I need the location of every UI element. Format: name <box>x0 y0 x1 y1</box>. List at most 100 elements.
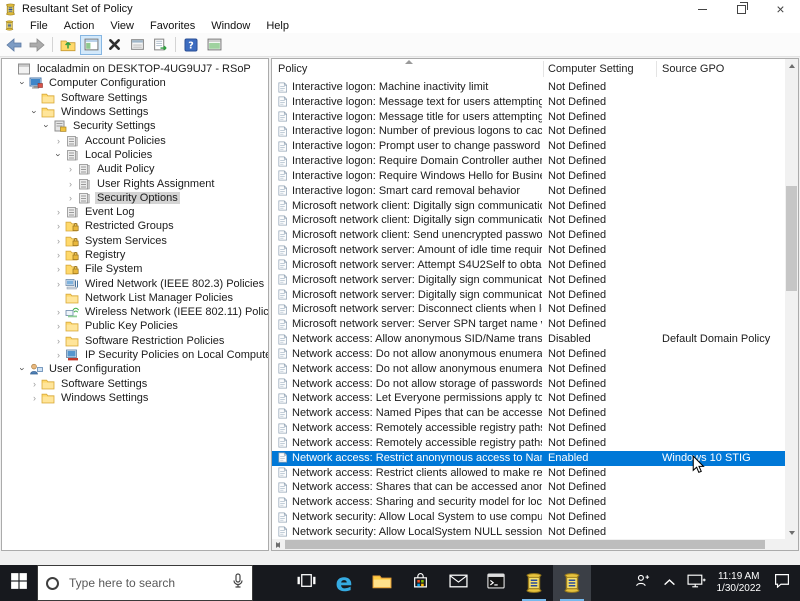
tree-item-localadmin-on-desktop-4ug9uj7-rsop[interactable]: localadmin on DESKTOP-4UG9UJ7 - RSoP <box>2 62 268 76</box>
policy-row[interactable]: Network access: Do not allow anonymous e… <box>272 347 785 362</box>
policy-row[interactable]: Interactive logon: Prompt user to change… <box>272 139 785 154</box>
tree-item-account-policies[interactable]: ›Account Policies <box>2 133 268 147</box>
policy-row[interactable]: Network access: Restrict clients allowed… <box>272 466 785 481</box>
tree-item-security-options[interactable]: ›Security Options <box>2 191 268 205</box>
tree-item-software-restriction-policies[interactable]: ›Software Restriction Policies <box>2 334 268 348</box>
tree-item-public-key-policies[interactable]: ›Public Key Policies <box>2 319 268 333</box>
show-console-tree-button[interactable] <box>80 35 102 55</box>
back-button[interactable] <box>3 35 25 55</box>
policy-row[interactable]: Microsoft network server: Digitally sign… <box>272 273 785 288</box>
minimize-button[interactable] <box>683 0 722 18</box>
chevron-right-icon[interactable]: › <box>53 264 64 274</box>
tree-item-local-policies[interactable]: ›Local Policies <box>2 148 268 162</box>
properties-button[interactable] <box>126 35 148 55</box>
policy-row[interactable]: Network access: Remotely accessible regi… <box>272 436 785 451</box>
tree-item-system-services[interactable]: ›System Services <box>2 234 268 248</box>
policy-row[interactable]: Microsoft network client: Digitally sign… <box>272 199 785 214</box>
taskbar-search[interactable] <box>37 565 253 601</box>
vertical-scroll-thumb[interactable] <box>786 186 797 291</box>
delete-button[interactable] <box>103 35 125 55</box>
policy-row[interactable]: Interactive logon: Number of previous lo… <box>272 124 785 139</box>
chevron-right-icon[interactable]: › <box>53 207 64 217</box>
policy-row[interactable]: Microsoft network server: Digitally sign… <box>272 288 785 303</box>
policy-row[interactable]: Network access: Remotely accessible regi… <box>272 421 785 436</box>
store-taskbar-button[interactable] <box>401 565 439 601</box>
policy-row[interactable]: Interactive logon: Smart card removal be… <box>272 184 785 199</box>
edge-taskbar-button[interactable]: e <box>325 565 363 601</box>
policy-row[interactable]: Microsoft network server: Amount of idle… <box>272 243 785 258</box>
task-view-taskbar-button[interactable] <box>287 565 325 601</box>
chevron-right-icon[interactable]: › <box>29 379 40 389</box>
chevron-down-icon[interactable]: › <box>54 149 64 160</box>
policy-row[interactable]: Interactive logon: Message text for user… <box>272 95 785 110</box>
restore-button[interactable] <box>722 0 761 18</box>
microphone-icon[interactable] <box>232 573 244 594</box>
chevron-right-icon[interactable]: › <box>53 136 64 146</box>
column-header-computer-setting[interactable]: Computer Setting <box>548 63 634 75</box>
tree-item-wireless-network-ieee-802-11-policies[interactable]: ›Wireless Network (IEEE 802.11) Policies <box>2 305 268 319</box>
tree-item-computer-configuration[interactable]: ›Computer Configuration <box>2 76 268 90</box>
network-button[interactable] <box>683 565 710 601</box>
chevron-right-icon[interactable]: › <box>53 250 64 260</box>
chevron-right-icon[interactable]: › <box>53 350 64 360</box>
tree-item-file-system[interactable]: ›File System <box>2 262 268 276</box>
menu-favorites[interactable]: Favorites <box>142 20 203 32</box>
policy-row[interactable]: Network access: Do not allow storage of … <box>272 377 785 392</box>
hidden-icons-button[interactable] <box>656 565 683 601</box>
menu-window[interactable]: Window <box>203 20 258 32</box>
mail-taskbar-button[interactable] <box>439 565 477 601</box>
chevron-right-icon[interactable]: › <box>53 307 64 317</box>
column-divider[interactable] <box>656 61 657 77</box>
forward-button[interactable] <box>26 35 48 55</box>
tree-item-software-settings[interactable]: Software Settings <box>2 91 268 105</box>
action-center-button[interactable] <box>768 565 795 601</box>
policy-row[interactable]: Interactive logon: Message title for use… <box>272 110 785 125</box>
tree-item-registry[interactable]: ›Registry <box>2 248 268 262</box>
chevron-right-icon[interactable]: › <box>53 279 64 289</box>
menu-view[interactable]: View <box>102 20 142 32</box>
policy-row[interactable]: Network access: Shares that can be acces… <box>272 480 785 495</box>
tree-item-user-rights-assignment[interactable]: ›User Rights Assignment <box>2 176 268 190</box>
policy-row[interactable]: Network security: Allow Local System to … <box>272 510 785 525</box>
mmc-window-1-taskbar-button[interactable] <box>515 565 553 601</box>
chevron-right-icon[interactable]: › <box>65 179 76 189</box>
tree-item-wired-network-ieee-802-3-policies[interactable]: ›Wired Network (IEEE 802.3) Policies <box>2 276 268 290</box>
chevron-down-icon[interactable]: › <box>18 78 28 89</box>
column-divider[interactable] <box>543 61 544 77</box>
column-header-policy[interactable]: Policy <box>278 63 307 75</box>
policy-row[interactable]: Microsoft network server: Attempt S4U2Se… <box>272 258 785 273</box>
policy-row[interactable]: Network security: Allow LocalSystem NULL… <box>272 525 785 539</box>
taskbar-clock[interactable]: 11:19 AM 1/30/2022 <box>710 571 769 596</box>
mmc-window-2-taskbar-button[interactable] <box>553 565 591 601</box>
chevron-down-icon[interactable]: › <box>42 121 52 132</box>
help-button[interactable]: ? <box>180 35 202 55</box>
policy-row[interactable]: Microsoft network client: Digitally sign… <box>272 213 785 228</box>
column-header-source-gpo[interactable]: Source GPO <box>662 63 724 75</box>
horizontal-scrollbar[interactable] <box>272 539 798 550</box>
chevron-right-icon[interactable]: › <box>29 393 40 403</box>
chevron-right-icon[interactable]: › <box>65 164 76 174</box>
policy-row[interactable]: Interactive logon: Require Domain Contro… <box>272 154 785 169</box>
tree-item-user-configuration[interactable]: ›User Configuration <box>2 362 268 376</box>
people-button[interactable] <box>629 565 656 601</box>
menu-action[interactable]: Action <box>56 20 103 32</box>
new-window-button[interactable] <box>203 35 225 55</box>
policy-row[interactable]: Microsoft network server: Server SPN tar… <box>272 317 785 332</box>
command-prompt-taskbar-button[interactable] <box>477 565 515 601</box>
chevron-right-icon[interactable]: › <box>53 236 64 246</box>
policy-row[interactable]: Network access: Named Pipes that can be … <box>272 406 785 421</box>
menu-help[interactable]: Help <box>258 20 297 32</box>
start-button[interactable] <box>0 565 37 601</box>
tree-item-restricted-groups[interactable]: ›Restricted Groups <box>2 219 268 233</box>
scroll-down-button[interactable] <box>785 526 798 539</box>
policy-row[interactable]: Network access: Do not allow anonymous e… <box>272 362 785 377</box>
chevron-down-icon[interactable]: › <box>30 107 40 118</box>
tree-item-windows-settings[interactable]: ›Windows Settings <box>2 105 268 119</box>
policy-row[interactable]: Network access: Let Everyone permissions… <box>272 391 785 406</box>
chevron-right-icon[interactable]: › <box>53 336 64 346</box>
chevron-down-icon[interactable]: › <box>18 364 28 375</box>
policy-row[interactable]: Interactive logon: Machine inactivity li… <box>272 80 785 95</box>
policy-row[interactable]: Network access: Restrict anonymous acces… <box>272 451 785 466</box>
scroll-right-button[interactable] <box>272 539 284 550</box>
vertical-scrollbar[interactable] <box>785 59 798 539</box>
